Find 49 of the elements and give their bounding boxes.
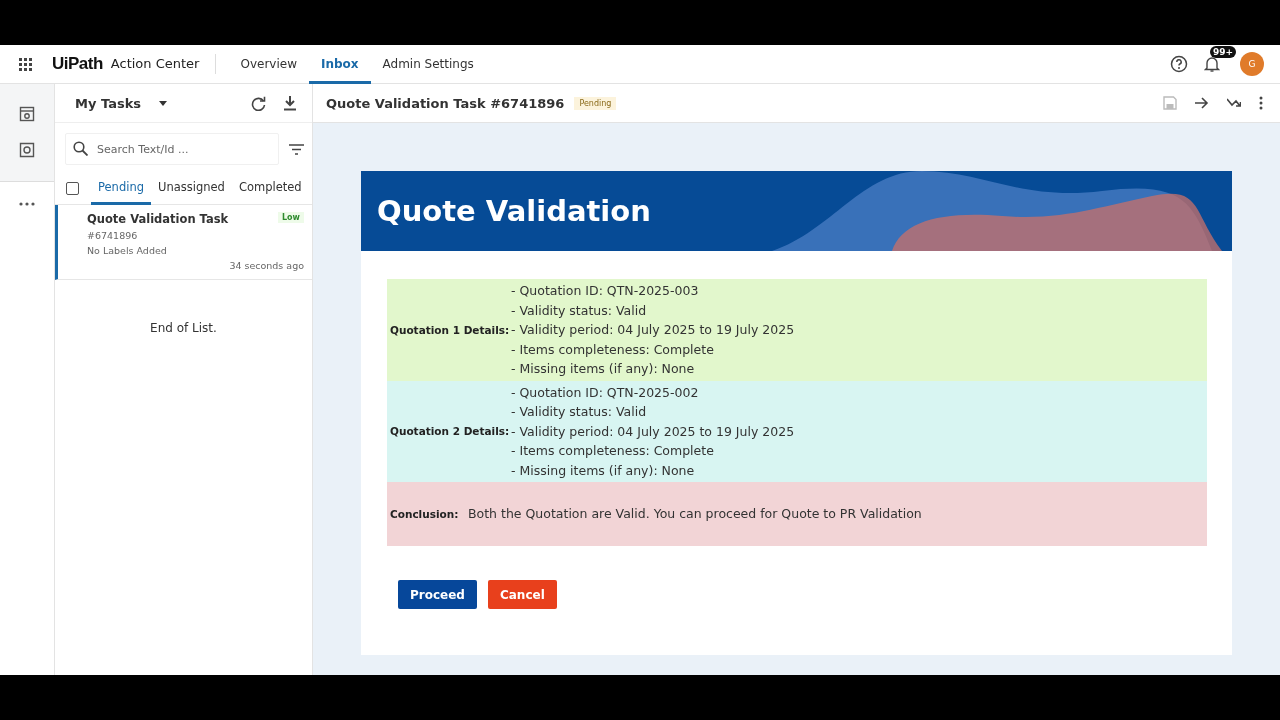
refresh-icon[interactable] <box>251 95 266 111</box>
row-text: - Validity status: Valid <box>511 403 648 421</box>
trend-arrow-icon[interactable] <box>1227 98 1241 108</box>
task-title: Quote Validation Task <box>87 212 230 226</box>
target-icon[interactable] <box>19 142 35 158</box>
filter-tab[interactable]: Unassigned <box>151 172 232 205</box>
row-label: Quotation 2 Details: <box>390 425 511 438</box>
row-label: Quotation 1 Details: <box>390 323 511 336</box>
search-field[interactable]: Search Text/Id ... <box>65 133 279 165</box>
nav-tab[interactable]: Admin Settings <box>370 47 486 84</box>
form-title: Quote Validation <box>377 194 651 228</box>
bell-icon[interactable] <box>1204 55 1220 73</box>
help-icon[interactable] <box>1170 55 1188 73</box>
task-list-title[interactable]: My Tasks <box>75 95 142 111</box>
row-text: - Validity status: Valid <box>511 301 648 320</box>
task-id: #6741896 <box>87 230 139 241</box>
status-badge: Pending <box>574 96 617 110</box>
more-vertical-icon[interactable] <box>1259 96 1263 110</box>
row-text: - Validity period: 04 July 2025 to 19 July 2025 <box>511 321 795 339</box>
end-of-list-text: End of List. <box>149 321 218 335</box>
notification-badge: 99+ <box>1210 46 1237 58</box>
row-text: - Quotation ID: QTN-2025-003 <box>511 282 700 300</box>
archive-icon[interactable] <box>19 106 35 122</box>
filter-tab[interactable]: Pending <box>91 172 151 205</box>
nav-tab[interactable]: Overview <box>228 47 309 84</box>
filter-tab[interactable]: Completed <box>231 172 309 205</box>
filter-icon[interactable] <box>289 143 304 155</box>
row-label: Conclusion: <box>390 508 460 520</box>
row-text: - Missing items (if any): None <box>511 461 696 480</box>
priority-badge: Low <box>278 212 304 223</box>
download-icon[interactable] <box>284 95 296 111</box>
logo: UiPath <box>52 54 103 74</box>
row-text: - Validity period: 04 July 2025 to 19 July 2025 <box>511 422 795 441</box>
row-text: - Missing items (if any): None <box>511 360 696 378</box>
row-text: Both the Quotation are Valid. You can proceed for Quote to PR Validation <box>468 505 922 524</box>
more-icon[interactable] <box>19 202 35 206</box>
proceed-button[interactable]: Proceed <box>398 580 477 609</box>
dropdown-caret-icon[interactable] <box>159 100 168 106</box>
task-labels: No Labels Added <box>87 245 168 256</box>
arrow-right-icon[interactable] <box>1195 97 1209 109</box>
task-time: 34 seconds ago <box>229 260 304 271</box>
row-text: - Quotation ID: QTN-2025-002 <box>511 383 700 402</box>
task-title: Quote Validation Task #6741896 <box>326 95 565 111</box>
cancel-button[interactable]: Cancel <box>487 580 557 609</box>
apps-grid-icon[interactable] <box>19 57 32 71</box>
row-text: - Items completeness: Complete <box>511 442 715 460</box>
select-all-checkbox[interactable] <box>66 182 79 195</box>
row-text: - Items completeness: Complete <box>511 340 715 359</box>
product-name: Action Center <box>110 54 217 74</box>
